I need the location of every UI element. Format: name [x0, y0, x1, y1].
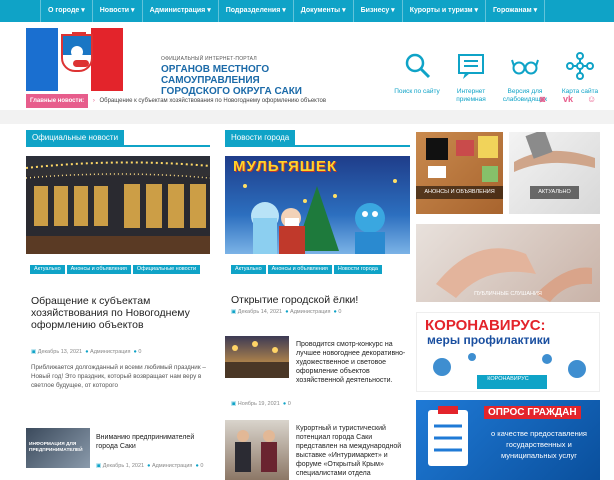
tile-actual[interactable]: АКТУАЛЬНО — [509, 132, 600, 214]
city-news-comments-1[interactable]: 0 — [288, 401, 291, 407]
tile-announcements[interactable]: АНОНСЫ И ОБЪЯВЛЕНИЯ — [416, 132, 503, 214]
city-lead-badges: Актуально Анонсы и объявления Новости горо… — [231, 265, 409, 274]
thumb-caption: ИНФОРМАЦИЯ ДЛЯ ПРЕДПРИНИМАТЕЛЕЙ — [29, 442, 83, 453]
nav-item[interactable]: Курорты и туризм ▾ — [401, 0, 485, 22]
nav-item[interactable]: Документы ▾ — [292, 0, 353, 22]
tile-announcements-label: АНОНСЫ И ОБЪЯВЛЕНИЯ — [416, 186, 503, 199]
tile-public-hearings-label: ПУБЛИЧНЫЕ СЛУШАНИЯ — [474, 291, 542, 297]
hand-illustration — [514, 132, 595, 172]
category-badge[interactable]: Анонсы и объявления — [66, 265, 131, 274]
vk-icon[interactable]: vk — [563, 94, 573, 104]
search-icon — [405, 53, 431, 79]
sitemap-link-label: Карта сайта — [561, 88, 599, 95]
city-news-date-1[interactable]: Ноябрь 19, 2021 — [238, 401, 280, 407]
reception-icon — [458, 54, 484, 79]
corkboard-illustration — [426, 136, 498, 182]
category-badge[interactable]: Новости города — [333, 265, 382, 274]
city-coat-of-arms — [61, 34, 93, 72]
tile-survey[interactable]: ОПРОС ГРАЖДАН о качестве предоставления … — [416, 400, 600, 480]
checklist-icon — [428, 406, 468, 466]
city-news-title-1[interactable]: Проводится смотр-конкурс на лучшее новог… — [296, 340, 410, 385]
small-news-date[interactable]: Декабрь 1, 2021 — [103, 463, 144, 469]
small-news-comments[interactable]: 0 — [200, 463, 203, 469]
nav-item[interactable]: Администрация ▾ — [141, 0, 218, 22]
characters-illustration — [243, 179, 397, 254]
city-lead-comments[interactable]: 0 — [338, 309, 341, 315]
city-news-thumb-2[interactable] — [225, 420, 289, 480]
lead-news-excerpt: Приближается долгожданный и всеми любимы… — [31, 364, 206, 389]
section-divider — [0, 110, 614, 124]
category-badge[interactable]: Актуально — [30, 265, 65, 274]
ok-icon[interactable]: ☺ — [587, 94, 596, 104]
city-lead-meta: ▣ Декабрь 14, 2021 ● Администрация ● 0 — [231, 309, 341, 315]
official-news-heading[interactable]: Официальные новости — [26, 130, 125, 146]
store-front-illustration — [26, 161, 210, 254]
tile-public-hearings[interactable]: ПУБЛИЧНЫЕ СЛУШАНИЯ — [416, 224, 600, 302]
user-icon: ● — [147, 463, 151, 469]
comment-icon: ● — [133, 349, 137, 355]
tile-actual-label: АКТУАЛЬНО — [530, 186, 579, 199]
news-ticker: Главные новости: › Обращение к субъектам… — [26, 94, 526, 108]
nav-item[interactable]: Горожанам ▾ — [485, 0, 546, 22]
tile-coronavirus-title: КОРОНАВИРУС: — [425, 317, 546, 334]
calendar-icon: ▣ — [96, 463, 102, 469]
city-lead-title[interactable]: Открытие городской ёлки! — [231, 294, 406, 306]
tile-coronavirus[interactable]: КОРОНАВИРУС: меры профилактики КОРОНАВИР… — [416, 312, 600, 392]
lead-news-author[interactable]: Администрация — [90, 349, 130, 355]
street-lights-illustration — [225, 341, 289, 378]
nav-item[interactable]: Подразделения ▾ — [217, 0, 293, 22]
calendar-icon: ▣ — [231, 309, 237, 315]
calendar-icon: ▣ — [31, 349, 37, 355]
tile-survey-subtitle: о качестве предоставления государственны… — [491, 429, 587, 460]
lead-news-title[interactable]: Обращение к субъектам хозяйствования по … — [31, 295, 209, 331]
small-news-author[interactable]: Администрация — [152, 463, 192, 469]
small-news-title[interactable]: Вниманию предпринимателей города Саки — [96, 433, 211, 451]
heading-underline — [225, 145, 410, 147]
city-lead-image[interactable]: МУЛЬТЯШЕК — [225, 156, 410, 254]
lead-news-meta: ▣ Декабрь 13, 2021 ● Администрация ● 0 — [31, 349, 141, 355]
lead-news-badges: Актуально Анонсы и объявления Официальные … — [30, 265, 210, 274]
calendar-icon: ▣ — [231, 401, 237, 407]
city-news-meta-1: ▣ Ноябрь 19, 2021 ● 0 — [231, 401, 291, 407]
nav-item[interactable]: Новости ▾ — [91, 0, 142, 22]
nav-item[interactable]: О городе ▾ — [40, 0, 92, 22]
small-news-thumb[interactable]: ИНФОРМАЦИЯ ДЛЯ ПРЕДПРИНИМАТЕЛЕЙ — [26, 428, 90, 468]
small-news-meta: ▣ Декабрь 1, 2021 ● Администрация ● 0 — [96, 463, 203, 469]
tile-coronavirus-caption: КОРОНАВИРУС — [487, 376, 529, 382]
comment-icon: ● — [282, 401, 287, 407]
city-lead-date[interactable]: Декабрь 14, 2021 — [238, 309, 282, 315]
ticker-arrow-icon: › — [92, 98, 95, 104]
city-news-heading[interactable]: Новости города — [225, 130, 296, 146]
portal-subtitle: ОФИЦИАЛЬНЫЙ ИНТЕРНЕТ-ПОРТАЛ — [161, 56, 257, 62]
sitemap-icon — [566, 52, 594, 80]
tile-survey-title: ОПРОС ГРАЖДАН — [484, 406, 581, 419]
main-nav: О городе ▾ Новости ▾ Администрация ▾ Подраз… — [0, 0, 614, 22]
comment-icon: ● — [333, 309, 337, 315]
portal-title[interactable]: ОРГАНОВ МЕСТНОГО САМОУПРАВЛЕНИЯ ГОРОДСКО… — [161, 64, 311, 97]
category-badge[interactable]: Актуально — [231, 265, 266, 274]
site-header: ОФИЦИАЛЬНЫЙ ИНТЕРНЕТ-ПОРТАЛ ОРГАНОВ МЕСТ… — [0, 22, 614, 110]
ticker-text[interactable]: Обращение к субъектам хозяйствования по … — [99, 98, 326, 104]
rss-icon[interactable]: ◙ — [540, 94, 545, 104]
heading-underline — [26, 145, 210, 147]
lead-news-image[interactable] — [26, 156, 210, 254]
virus-illustration — [433, 353, 586, 389]
user-icon: ● — [85, 349, 89, 355]
tile-coronavirus-subtitle: меры профилактики — [427, 333, 551, 347]
lead-news-date[interactable]: Декабрь 13, 2021 — [38, 349, 82, 355]
search-link[interactable]: Поиск по сайту — [389, 52, 445, 96]
city-news-thumb-1[interactable] — [225, 336, 289, 378]
lead-news-comments[interactable]: 0 — [138, 349, 141, 355]
ticker-tag: Главные новости: — [26, 94, 89, 108]
comment-icon: ● — [195, 463, 199, 469]
category-badge[interactable]: Анонсы и объявления — [267, 265, 332, 274]
user-icon: ● — [285, 309, 289, 315]
city-lead-author[interactable]: Администрация — [290, 309, 330, 315]
glasses-icon — [511, 59, 539, 75]
nav-item[interactable]: Бизнесу ▾ — [352, 0, 402, 22]
people-illustration — [235, 430, 277, 472]
city-news-title-2[interactable]: Курортный и туристический потенциал горо… — [296, 424, 410, 480]
category-badge[interactable]: Официальные новости — [132, 265, 201, 274]
sitemap-link[interactable]: Карта сайта — [552, 52, 608, 96]
